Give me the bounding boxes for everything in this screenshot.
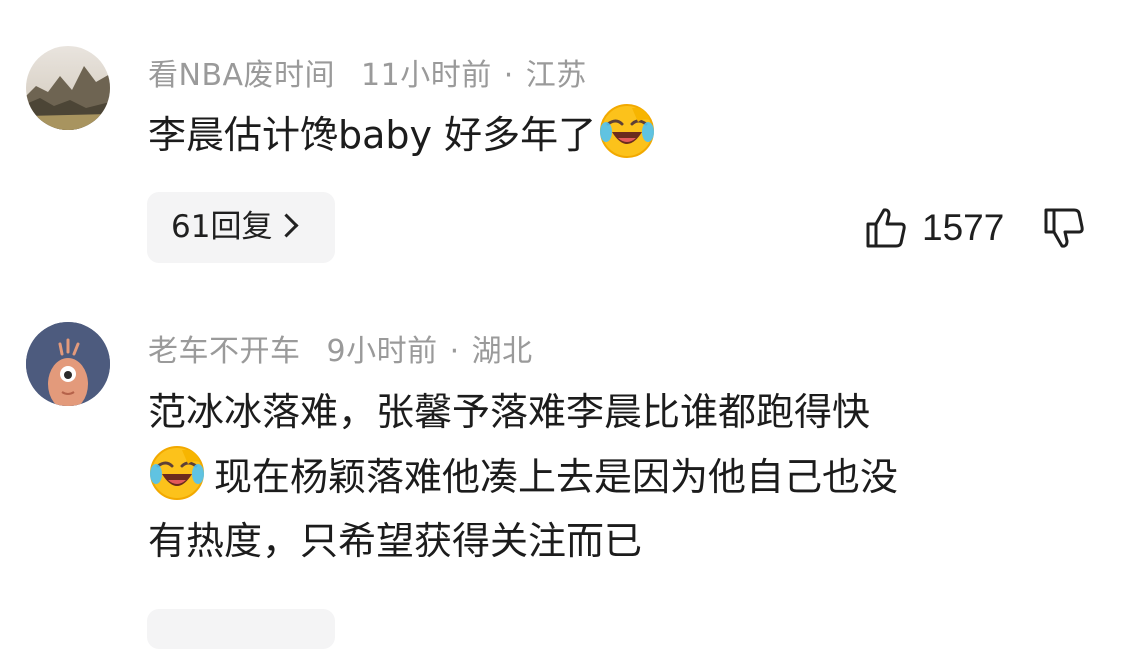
- location: 湖北: [471, 334, 533, 369]
- username[interactable]: 老车不开车: [148, 334, 301, 369]
- comment-line: 范冰冰落难，张馨予落难李晨比谁都跑得快: [148, 390, 871, 434]
- comment-line: 有热度，只希望获得关注而已: [148, 519, 643, 563]
- comment-text: 范冰冰落难，张馨予落难李晨比谁都跑得快 现在杨颖落难他凑上去是因为他自己也没 有…: [148, 380, 898, 573]
- comment-meta: 老车不开车 9小时前 · 湖北: [148, 326, 533, 370]
- avatar-cartoon-image: [26, 322, 110, 406]
- separator: ·: [449, 334, 460, 369]
- comment-item: 老车不开车 9小时前 · 湖北 范冰冰落难，张馨予落难李晨比谁都跑得快 现在杨颖落难他…: [0, 0, 1145, 649]
- replies-button[interactable]: [147, 609, 335, 649]
- timestamp: 9小时前: [326, 334, 438, 369]
- comment-line-with-emoji: 现在杨颖落难他凑上去是因为他自己也没: [148, 444, 898, 509]
- comment-line: 现在杨颖落难他凑上去是因为他自己也没: [214, 455, 899, 499]
- laughing-emoji-icon: [150, 446, 204, 500]
- avatar[interactable]: [26, 322, 110, 406]
